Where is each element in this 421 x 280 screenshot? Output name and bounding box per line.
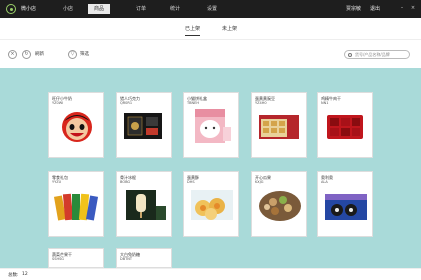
product-image	[321, 107, 371, 145]
product-image	[120, 107, 170, 145]
product-card[interactable]: 蔬菜芒果干 SSHSG	[48, 248, 104, 268]
product-image	[255, 186, 305, 224]
nav-orders[interactable]: 订单	[131, 4, 151, 14]
total-count-label: 总数:	[8, 273, 19, 278]
product-card[interactable]: 鸡精牛肉干 NN1	[317, 92, 373, 158]
nav-products[interactable]: 商品	[88, 4, 110, 14]
product-code: DBTNT	[120, 257, 132, 261]
product-card[interactable]: 骨汁冰棍 BOBG	[116, 171, 172, 237]
filter-label[interactable]: 筛选	[80, 51, 89, 57]
product-image	[52, 107, 102, 145]
close-button[interactable]: ×	[409, 3, 417, 13]
product-code: QR0R1	[120, 101, 133, 105]
nav-shop[interactable]: 小店	[58, 4, 78, 14]
search-input[interactable]: 货号/产品名称/品牌	[344, 50, 410, 59]
product-image	[187, 186, 237, 224]
product-card[interactable]: 猎人巧克力 QR0R1	[116, 92, 172, 158]
product-card[interactable]: 旺仔小牛奶 YZ0WI	[48, 92, 104, 158]
search-placeholder: 货号/产品名称/品牌	[355, 52, 390, 57]
product-card[interactable]: 零食礼包 YYZU	[48, 171, 104, 237]
product-image	[187, 107, 237, 145]
listing-tabs: 已上架 未上架	[0, 18, 421, 40]
top-bar: 微小店 小店 商品 订单 统计 设置 贾宗敏 退出 – ×	[0, 0, 421, 18]
product-code: YZ0WI	[52, 101, 64, 105]
product-code: KXJG	[255, 180, 264, 184]
nav-stats[interactable]: 统计	[165, 4, 185, 14]
logout-link[interactable]: 退出	[370, 5, 380, 12]
product-card[interactable]: 开心瓜果 KXJG	[251, 171, 307, 237]
total-count-value: 12	[22, 272, 28, 277]
product-image	[255, 107, 305, 145]
filter-icon[interactable]: ▽	[68, 50, 77, 59]
tab-off-shelf[interactable]: 未上架	[222, 25, 237, 36]
product-code: YYZU	[52, 180, 62, 184]
product-card[interactable]: 蛋黄酥 DHS	[183, 171, 239, 237]
select-all-icon[interactable]: ×	[8, 50, 17, 59]
product-card[interactable]: 小猫饼礼盒 TBNEH	[183, 92, 239, 158]
product-code: ALA	[321, 180, 328, 184]
user-name[interactable]: 贾宗敏	[346, 5, 361, 12]
search-icon	[348, 53, 352, 57]
product-code: DHS	[187, 180, 195, 184]
product-image	[321, 186, 371, 224]
tab-on-shelf[interactable]: 已上架	[185, 25, 201, 36]
nav-settings[interactable]: 设置	[202, 4, 222, 14]
product-code: NN1	[321, 101, 329, 105]
product-code: YZ4H0	[255, 101, 267, 105]
product-card[interactable]: 蛋黄黄豌豆 YZ4H0	[251, 92, 307, 158]
product-card[interactable]: 奥利奥 ALA	[317, 171, 373, 237]
product-code: SSHSG	[52, 257, 65, 261]
product-image	[120, 186, 170, 224]
refresh-label[interactable]: 刷新	[35, 51, 44, 57]
app-logo-icon	[6, 4, 16, 14]
product-image	[52, 186, 102, 224]
product-grid: 旺仔小牛奶 YZ0WI 猎人巧克力 QR0R1 小猫饼礼盒 TBNEH 蛋黄黄豌…	[0, 68, 421, 268]
product-card[interactable]: 大白兔奶糖 DBTNT	[116, 248, 172, 268]
refresh-icon[interactable]: ↻	[22, 50, 31, 59]
minimize-button[interactable]: –	[398, 3, 406, 13]
product-code: BOBG	[120, 180, 131, 184]
app-name: 微小店	[21, 6, 37, 12]
product-code: TBNEH	[187, 101, 200, 105]
status-bar: 总数: 12	[0, 268, 421, 280]
